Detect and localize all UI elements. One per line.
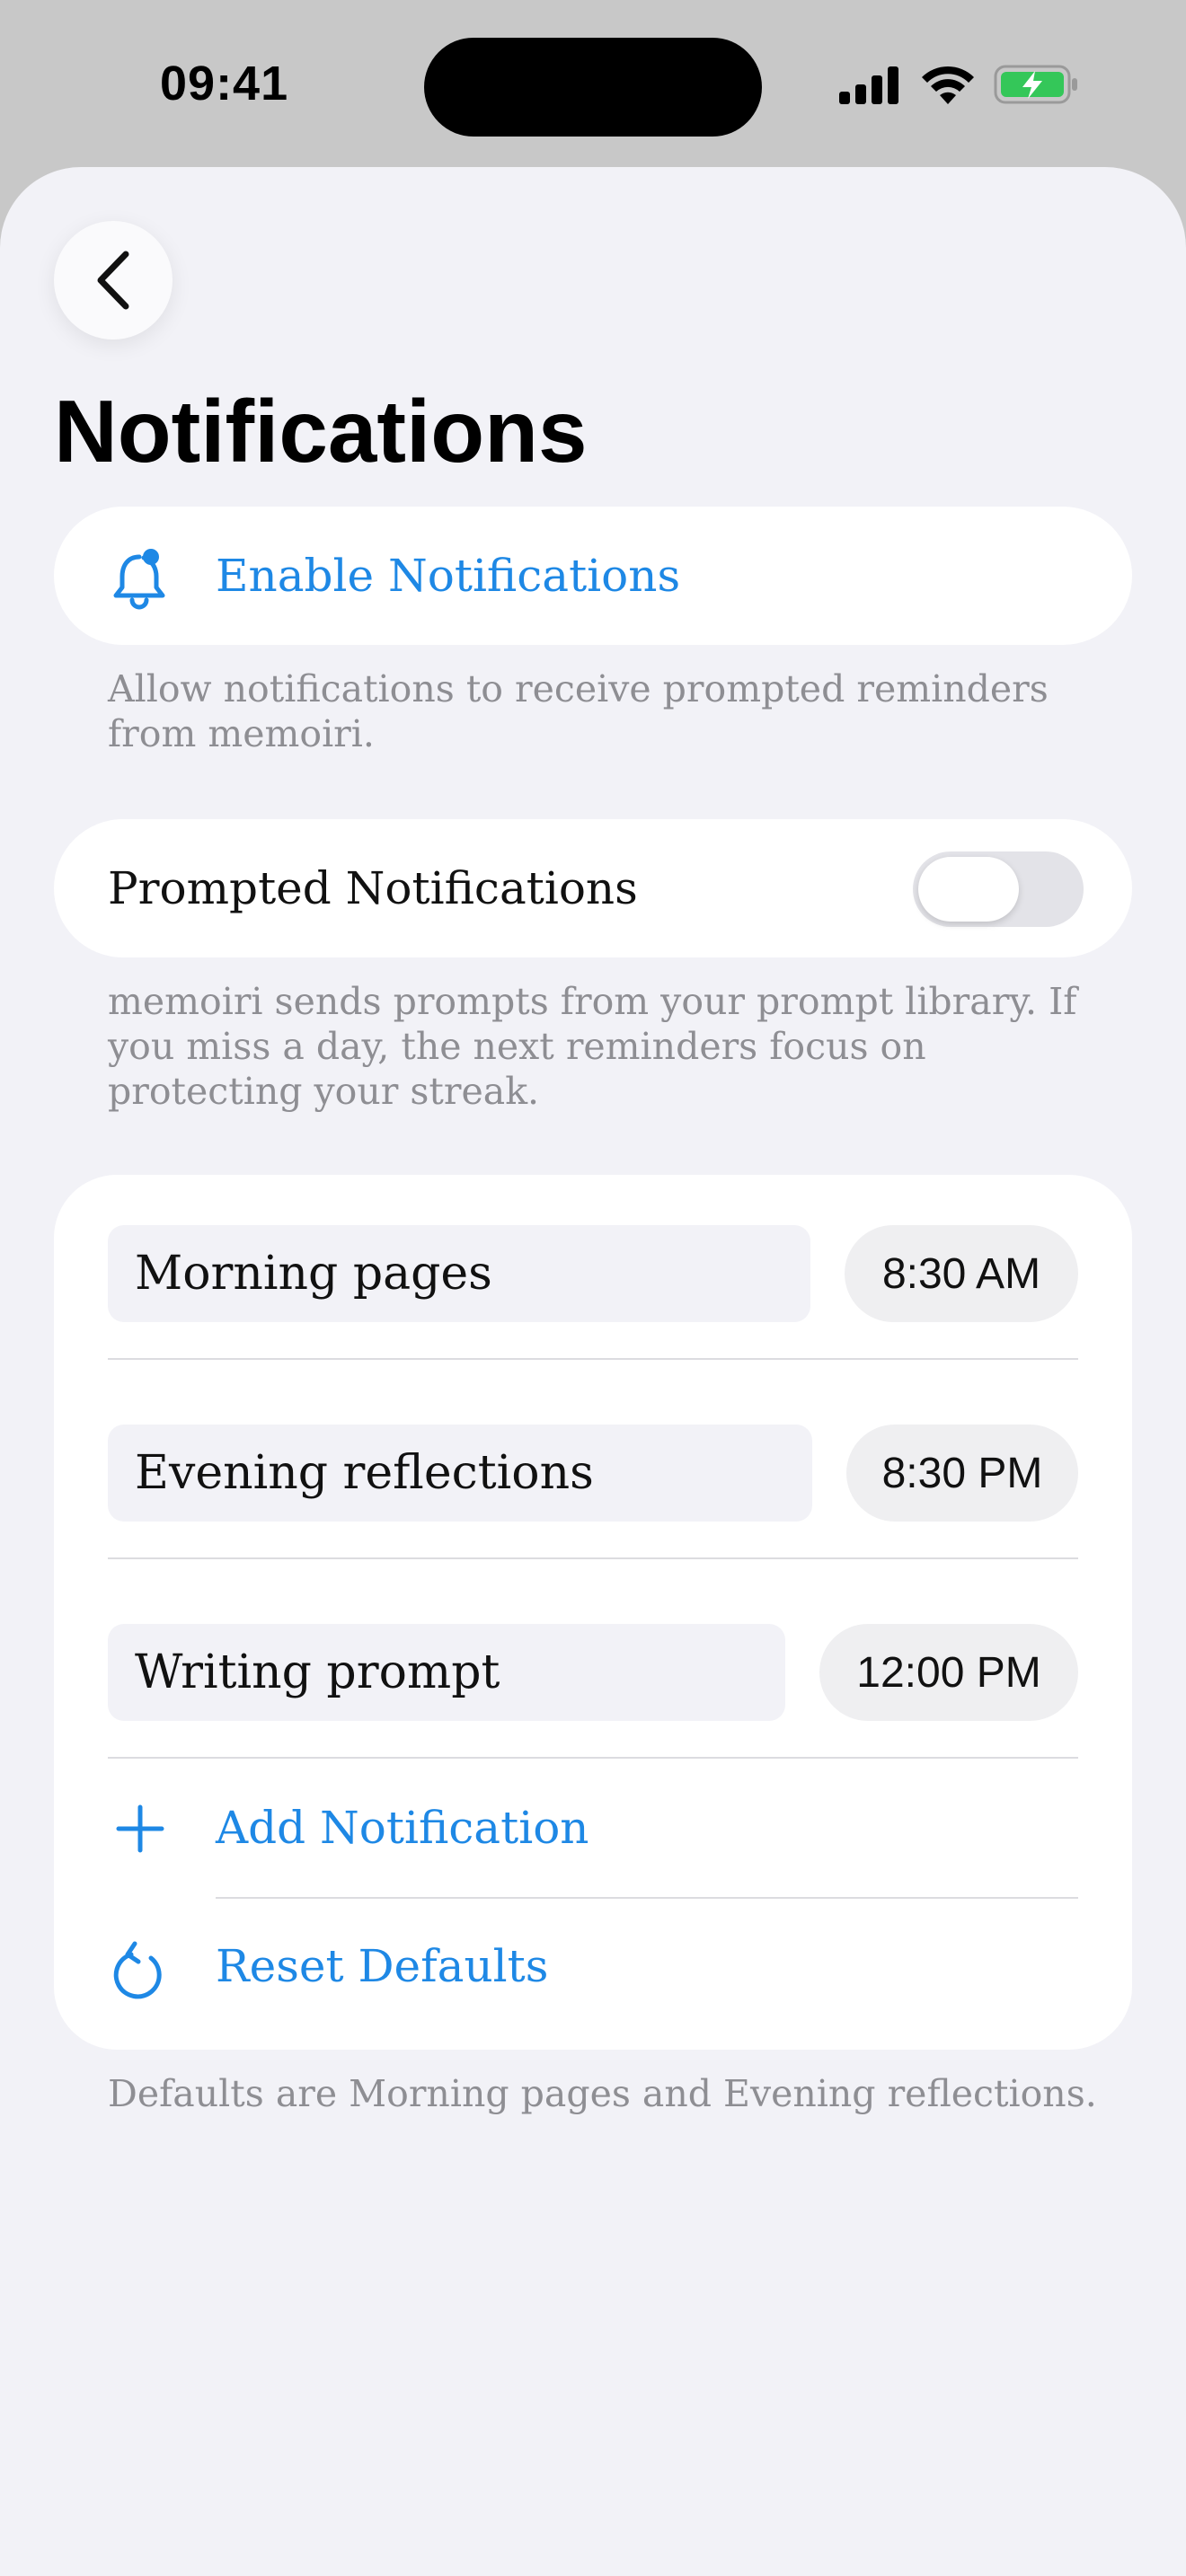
- wifi-icon: [922, 66, 974, 104]
- notification-time-picker[interactable]: 8:30 PM: [846, 1425, 1078, 1522]
- prompted-footnote: memoiri sends prompts from your prompt l…: [108, 980, 1077, 1113]
- notification-name-field[interactable]: Morning pages: [108, 1225, 810, 1322]
- prompted-notifications-label: Prompted Notifications: [108, 862, 638, 914]
- status-time: 09:41: [160, 57, 289, 110]
- reset-defaults-label: Reset Defaults: [216, 1940, 549, 1992]
- row-divider: [108, 1358, 1078, 1360]
- defaults-footnote: Defaults are Morning pages and Evening r…: [108, 2072, 1097, 2115]
- enable-footnote: Allow notifications to receive prompted …: [108, 667, 1049, 755]
- enable-notifications-label: Enable Notifications: [216, 550, 681, 602]
- prompted-notifications-row: Prompted Notifications: [54, 819, 1132, 957]
- row-divider: [108, 1557, 1078, 1559]
- add-notification-label: Add Notification: [216, 1802, 589, 1854]
- notification-row: Evening reflections 8:30 PM: [108, 1425, 1078, 1522]
- reset-arrow-icon: [113, 1941, 162, 1999]
- add-notification-button[interactable]: Add Notification: [54, 1759, 1132, 1899]
- plus-icon: [116, 1804, 164, 1853]
- notification-name-field[interactable]: Writing prompt: [108, 1624, 785, 1721]
- notification-row: Writing prompt 12:00 PM: [108, 1624, 1078, 1721]
- notification-list-card: Morning pages 8:30 AM Evening reflection…: [54, 1175, 1132, 2050]
- cellular-signal-icon: [839, 66, 898, 104]
- battery-charging-icon: [994, 65, 1077, 104]
- notification-time-picker[interactable]: 12:00 PM: [819, 1624, 1078, 1721]
- status-bar: 09:41: [0, 0, 1186, 171]
- toggle-knob: [918, 857, 1019, 922]
- prompted-notifications-toggle[interactable]: [913, 851, 1084, 927]
- bell-badge-icon: [113, 549, 165, 610]
- settings-sheet: Notifications Enable Notifications Allow…: [0, 167, 1186, 2576]
- reset-defaults-button[interactable]: Reset Defaults: [54, 1899, 1132, 2039]
- notification-name-field[interactable]: Evening reflections: [108, 1425, 812, 1522]
- chevron-left-icon: [97, 251, 129, 310]
- page-title: Notifications: [54, 382, 588, 481]
- notification-row: Morning pages 8:30 AM: [108, 1225, 1078, 1322]
- dynamic-island: [424, 38, 762, 137]
- enable-notifications-button[interactable]: Enable Notifications: [54, 507, 1132, 645]
- notification-time-picker[interactable]: 8:30 AM: [845, 1225, 1078, 1322]
- back-button[interactable]: [54, 221, 173, 340]
